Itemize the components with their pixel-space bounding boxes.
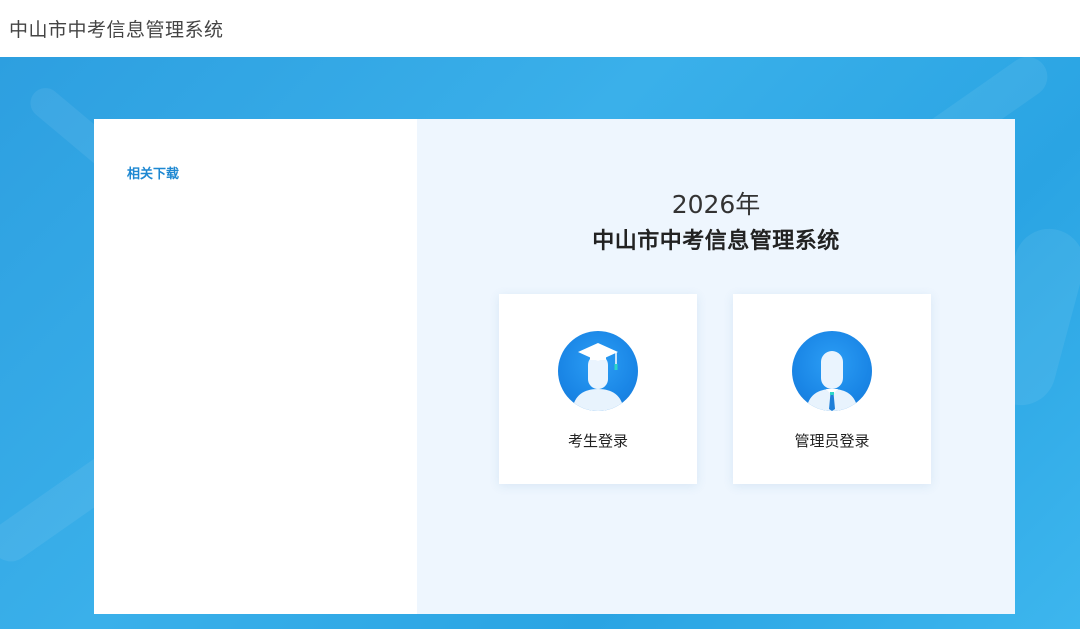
app-title: 中山市中考信息管理系统	[9, 19, 224, 41]
top-bar: 中山市中考信息管理系统	[0, 0, 1080, 57]
downloads-title[interactable]: 相关下载	[127, 163, 417, 182]
student-avatar-icon	[558, 331, 638, 411]
student-login-card[interactable]: 考生登录	[499, 294, 697, 484]
admin-avatar-icon	[792, 331, 872, 411]
admin-login-card[interactable]: 管理员登录	[733, 294, 931, 484]
admin-login-label: 管理员登录	[794, 432, 870, 450]
main-panel: 相关下载 2026年 中山市中考信息管理系统 考生登录 管理员登录	[94, 119, 1015, 614]
exam-year: 2026年	[671, 190, 761, 219]
system-name: 中山市中考信息管理系统	[592, 229, 840, 254]
downloads-sidebar: 相关下载	[94, 119, 417, 614]
login-area: 2026年 中山市中考信息管理系统 考生登录 管理员登录	[417, 119, 1015, 614]
student-login-label: 考生登录	[567, 432, 628, 450]
